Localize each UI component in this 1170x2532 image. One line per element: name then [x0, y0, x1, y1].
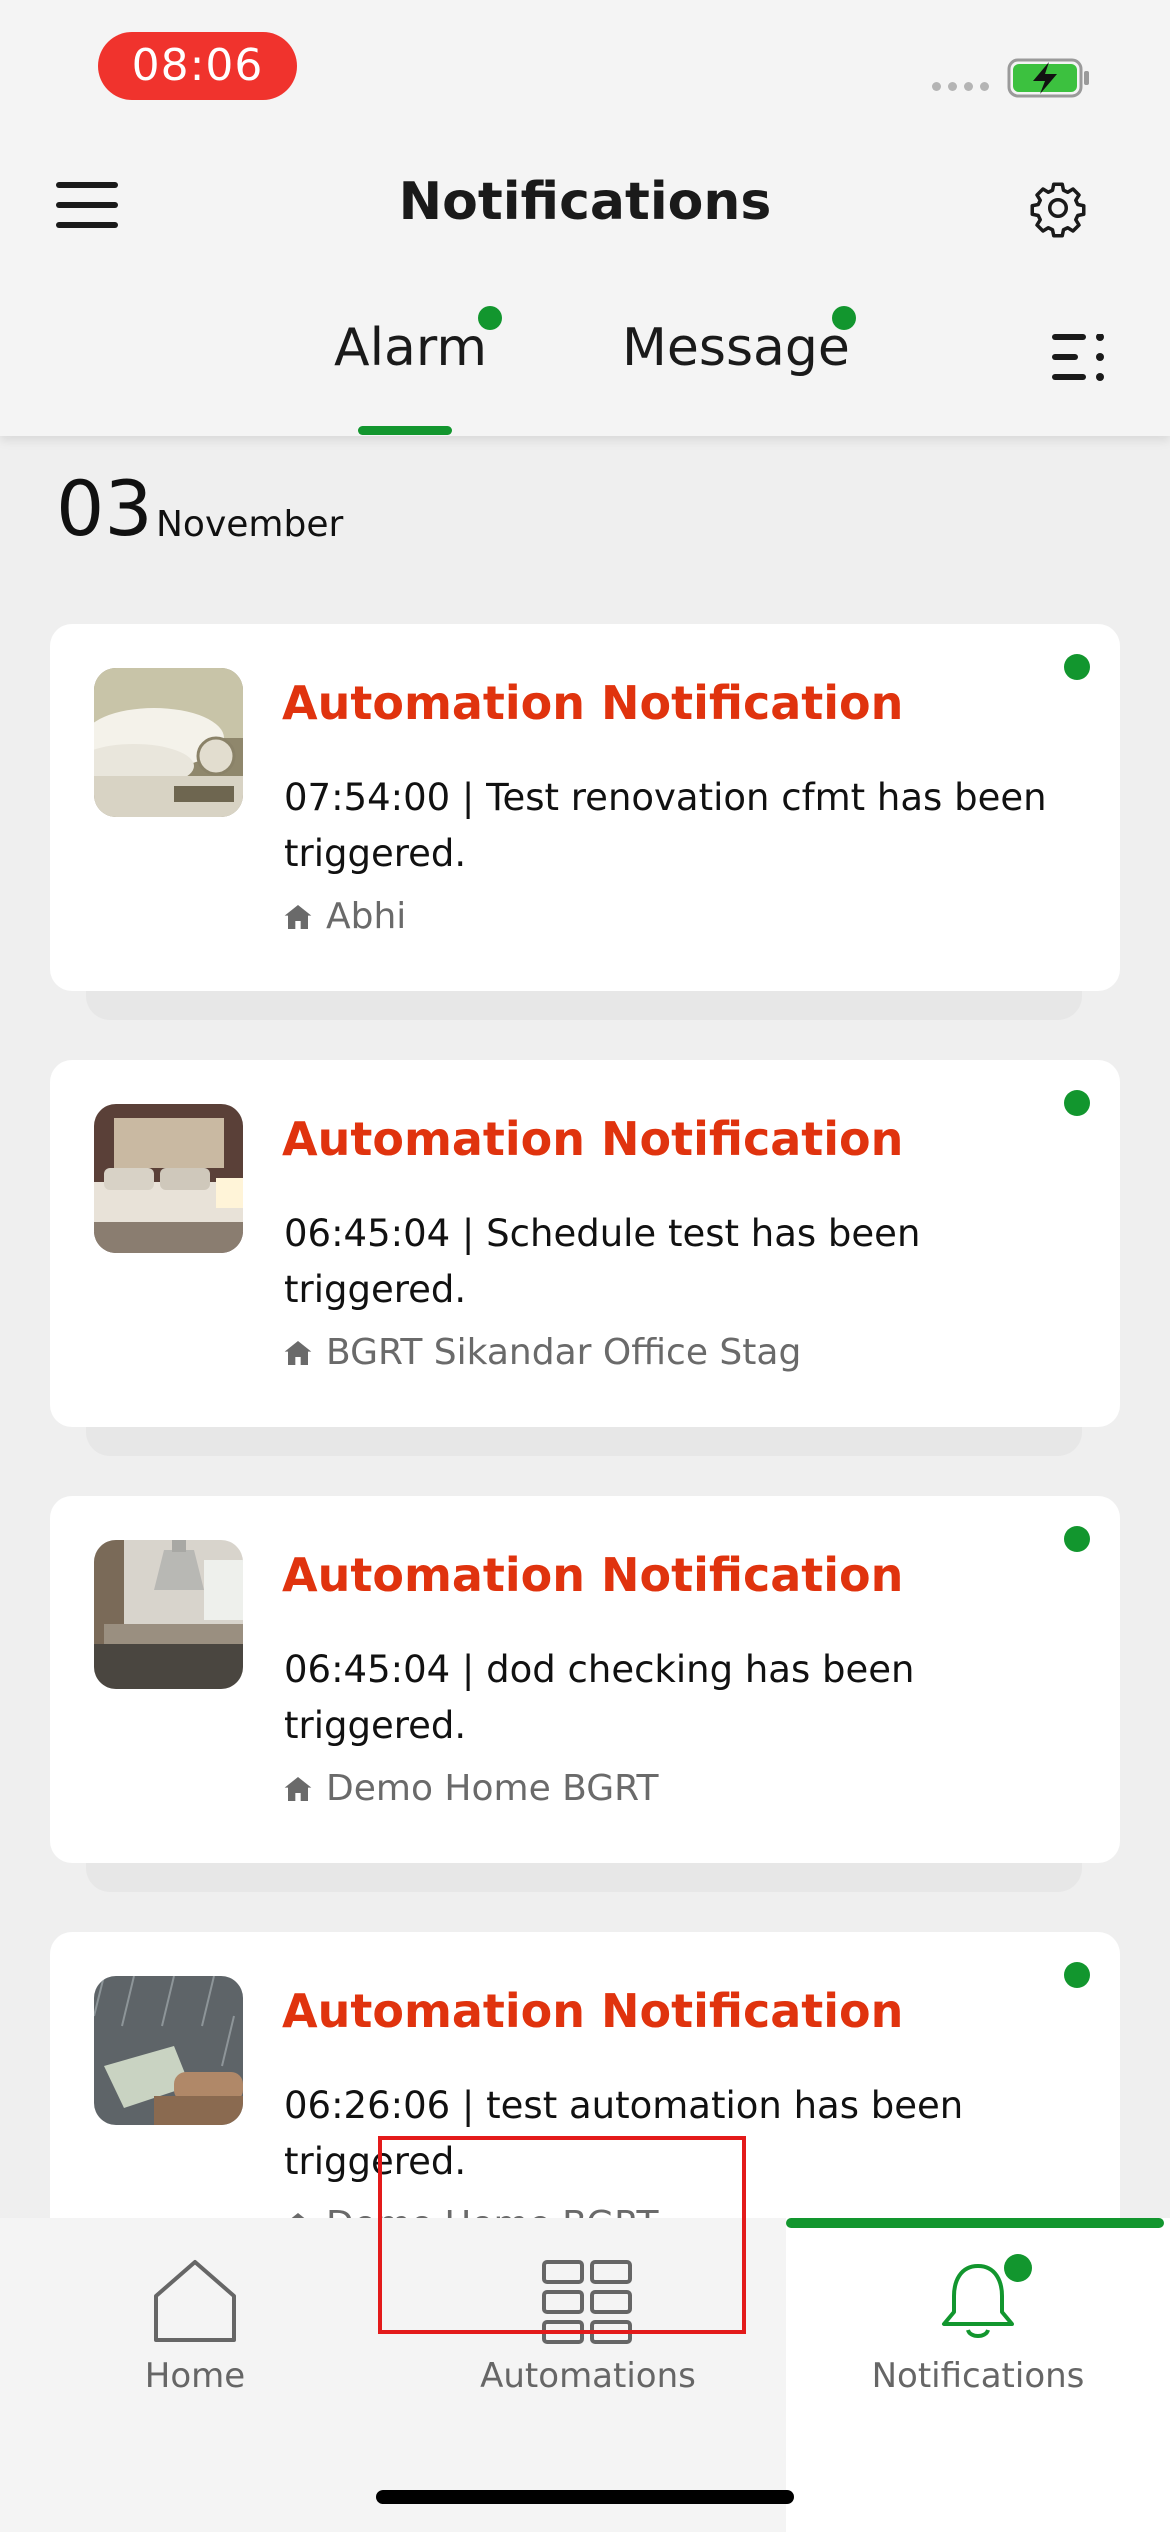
notification-title: Automation Notification — [282, 1548, 904, 1602]
home-outline-icon — [154, 2260, 236, 2342]
unread-dot — [1064, 1526, 1090, 1552]
home-name: BGRT Sikandar Office Stag — [326, 1332, 802, 1373]
rain-money-thumbnail — [94, 1976, 243, 2125]
date-day: 03 — [56, 464, 153, 553]
notification-message: 06:45:04 | Schedule test has been trigge… — [284, 1212, 921, 1311]
unread-dot — [1064, 654, 1090, 680]
nav-notifications[interactable]: Notifications — [786, 2218, 1170, 2532]
home-icon — [284, 1776, 312, 1801]
kitchen-thumbnail — [94, 1540, 243, 1689]
notification-card[interactable]: Automation Notification 06:45:04 | dod c… — [50, 1496, 1120, 1863]
active-nav-indicator — [786, 2218, 1164, 2228]
battery-charging-icon — [1007, 58, 1089, 98]
home-name: Abhi — [326, 896, 407, 937]
settings-gear-icon[interactable] — [1028, 178, 1088, 238]
notification-message: 06:45:04 | dod checking has been trigger… — [284, 1648, 915, 1747]
notification-title: Automation Notification — [282, 676, 904, 730]
date-month: November — [156, 504, 344, 545]
notification-message: 07:54:00 | Test renovation cfmt has been… — [284, 776, 1047, 875]
notification-title: Automation Notification — [282, 1984, 904, 2038]
alarm-unread-dot — [478, 306, 502, 330]
nav-automations-label: Automations — [480, 2356, 696, 2396]
nav-home-label: Home — [144, 2356, 246, 2396]
home-icon — [284, 1340, 312, 1365]
tab-alarm[interactable]: Alarm — [334, 318, 487, 378]
bedroom-pillows-thumbnail — [94, 668, 243, 817]
notification-card[interactable]: Automation Notification 07:54:00 | Test … — [50, 624, 1120, 991]
bedroom-bed-thumbnail — [94, 1104, 243, 1253]
tab-message[interactable]: Message — [622, 318, 850, 378]
unread-dot — [1064, 1962, 1090, 1988]
message-unread-dot — [832, 306, 856, 330]
status-time: 08:06 — [98, 32, 297, 100]
home-icon — [284, 904, 312, 929]
home-name: Demo Home BGRT — [326, 1768, 659, 1809]
nav-notifications-label: Notifications — [871, 2356, 1085, 2396]
notification-title: Automation Notification — [282, 1112, 904, 1166]
active-tab-indicator — [358, 426, 452, 435]
notifications-badge-dot — [1004, 2254, 1032, 2282]
nav-home[interactable]: Home — [0, 2218, 390, 2532]
app-header: 08:06 Notifications Alarm Message — [0, 0, 1170, 436]
filter-list-icon[interactable] — [1052, 334, 1106, 382]
unread-dot — [1064, 1090, 1090, 1116]
home-indicator — [376, 2490, 794, 2504]
notification-home: Demo Home BGRT — [282, 1768, 659, 1809]
page-title: Notifications — [398, 172, 772, 232]
notification-home: Abhi — [282, 896, 406, 937]
notification-home: BGRT Sikandar Office Stag — [282, 1332, 801, 1373]
highlight-box — [378, 2136, 746, 2334]
cellular-signal-icon — [932, 82, 989, 91]
notification-card[interactable]: Automation Notification 06:45:04 | Sched… — [50, 1060, 1120, 1427]
